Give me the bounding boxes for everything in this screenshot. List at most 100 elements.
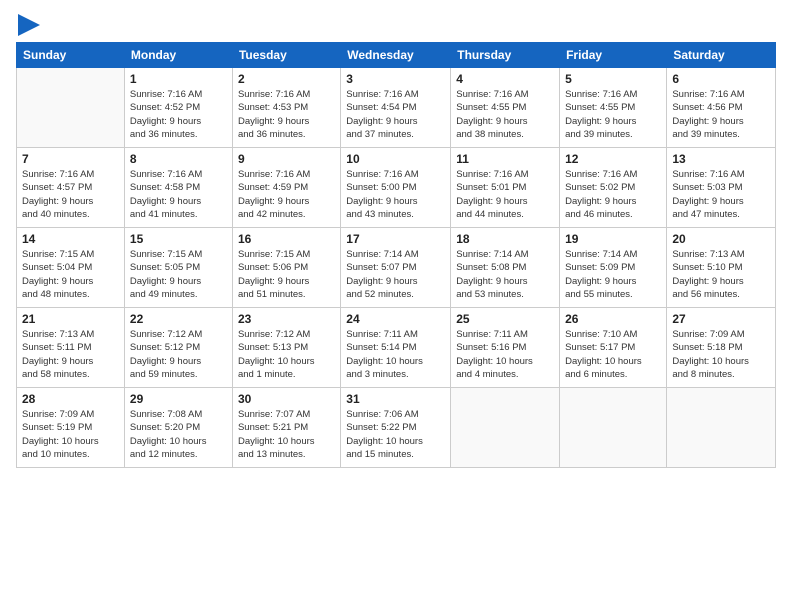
day-number: 14	[22, 232, 119, 246]
day-info: Sunrise: 7:16 AM Sunset: 4:59 PM Dayligh…	[238, 168, 335, 221]
day-info: Sunrise: 7:14 AM Sunset: 5:07 PM Dayligh…	[346, 248, 445, 301]
calendar-cell: 26Sunrise: 7:10 AM Sunset: 5:17 PM Dayli…	[560, 308, 667, 388]
calendar-cell: 3Sunrise: 7:16 AM Sunset: 4:54 PM Daylig…	[341, 68, 451, 148]
day-number: 27	[672, 312, 770, 326]
day-number: 20	[672, 232, 770, 246]
day-info: Sunrise: 7:12 AM Sunset: 5:12 PM Dayligh…	[130, 328, 227, 381]
day-number: 26	[565, 312, 661, 326]
logo	[16, 16, 40, 32]
calendar-cell: 17 Sunrise: 7:14 AM Sunset: 5:07 PM Dayli…	[341, 228, 451, 308]
day-number: 24	[346, 312, 445, 326]
column-header-saturday: Saturday	[667, 43, 776, 68]
day-info: Sunrise: 7:11 AM Sunset: 5:14 PM Dayligh…	[346, 328, 445, 381]
day-number: 22	[130, 312, 227, 326]
calendar-cell	[451, 388, 560, 468]
calendar-week-row: 28 Sunrise: 7:09 AM Sunset: 5:19 PM Dayli…	[17, 388, 776, 468]
day-number: 15	[130, 232, 227, 246]
calendar-cell: 19Sunrise: 7:14 AM Sunset: 5:09 PM Dayli…	[560, 228, 667, 308]
day-info: Sunrise: 7:15 AM Sunset: 5:05 PM Dayligh…	[130, 248, 227, 301]
day-info: Sunrise: 7:12 AM Sunset: 5:13 PM Dayligh…	[238, 328, 335, 381]
day-info: Sunrise: 7:16 AM Sunset: 5:00 PM Dayligh…	[346, 168, 445, 221]
calendar-cell: 5 Sunrise: 7:16 AM Sunset: 4:55 PM Daylig…	[560, 68, 667, 148]
day-number: 25	[456, 312, 554, 326]
calendar-cell: 24 Sunrise: 7:11 AM Sunset: 5:14 PM Dayli…	[341, 308, 451, 388]
day-number: 17	[346, 232, 445, 246]
calendar-table: SundayMondayTuesdayWednesdayThursdayFrid…	[16, 42, 776, 468]
day-info: Sunrise: 7:16 AM Sunset: 5:01 PM Dayligh…	[456, 168, 554, 221]
column-header-thursday: Thursday	[451, 43, 560, 68]
calendar-cell: 11Sunrise: 7:16 AM Sunset: 5:01 PM Dayli…	[451, 148, 560, 228]
day-number: 21	[22, 312, 119, 326]
day-number: 29	[130, 392, 227, 406]
day-info: Sunrise: 7:15 AM Sunset: 5:04 PM Dayligh…	[22, 248, 119, 301]
column-header-monday: Monday	[124, 43, 232, 68]
day-number: 2	[238, 72, 335, 86]
column-header-sunday: Sunday	[17, 43, 125, 68]
day-info: Sunrise: 7:14 AM Sunset: 5:08 PM Dayligh…	[456, 248, 554, 301]
calendar-cell	[667, 388, 776, 468]
calendar-cell: 12 Sunrise: 7:16 AM Sunset: 5:02 PM Dayli…	[560, 148, 667, 228]
calendar-cell: 6 Sunrise: 7:16 AM Sunset: 4:56 PM Daylig…	[667, 68, 776, 148]
calendar-week-row: 21 Sunrise: 7:13 AM Sunset: 5:11 PM Dayli…	[17, 308, 776, 388]
calendar-cell: 13Sunrise: 7:16 AM Sunset: 5:03 PM Dayli…	[667, 148, 776, 228]
day-info: Sunrise: 7:16 AM Sunset: 4:55 PM Dayligh…	[565, 88, 661, 141]
calendar-week-row: 7 Sunrise: 7:16 AM Sunset: 4:57 PM Daylig…	[17, 148, 776, 228]
day-info: Sunrise: 7:06 AM Sunset: 5:22 PM Dayligh…	[346, 408, 445, 461]
day-number: 4	[456, 72, 554, 86]
calendar-cell: 2 Sunrise: 7:16 AM Sunset: 4:53 PM Daylig…	[232, 68, 340, 148]
day-info: Sunrise: 7:16 AM Sunset: 4:56 PM Dayligh…	[672, 88, 770, 141]
day-info: Sunrise: 7:14 AM Sunset: 5:09 PM Dayligh…	[565, 248, 661, 301]
day-info: Sunrise: 7:07 AM Sunset: 5:21 PM Dayligh…	[238, 408, 335, 461]
calendar-cell	[560, 388, 667, 468]
column-header-wednesday: Wednesday	[341, 43, 451, 68]
calendar-cell: 22 Sunrise: 7:12 AM Sunset: 5:12 PM Dayli…	[124, 308, 232, 388]
calendar-cell: 15 Sunrise: 7:15 AM Sunset: 5:05 PM Dayli…	[124, 228, 232, 308]
calendar-cell: 7 Sunrise: 7:16 AM Sunset: 4:57 PM Daylig…	[17, 148, 125, 228]
day-number: 16	[238, 232, 335, 246]
calendar-cell: 9 Sunrise: 7:16 AM Sunset: 4:59 PM Daylig…	[232, 148, 340, 228]
day-number: 23	[238, 312, 335, 326]
day-number: 3	[346, 72, 445, 86]
calendar-cell: 8 Sunrise: 7:16 AM Sunset: 4:58 PM Daylig…	[124, 148, 232, 228]
day-number: 5	[565, 72, 661, 86]
page-container: SundayMondayTuesdayWednesdayThursdayFrid…	[0, 0, 792, 476]
day-number: 6	[672, 72, 770, 86]
calendar-cell: 31 Sunrise: 7:06 AM Sunset: 5:22 PM Dayli…	[341, 388, 451, 468]
day-info: Sunrise: 7:13 AM Sunset: 5:11 PM Dayligh…	[22, 328, 119, 381]
calendar-cell: 1 Sunrise: 7:16 AM Sunset: 4:52 PM Daylig…	[124, 68, 232, 148]
calendar-cell: 4 Sunrise: 7:16 AM Sunset: 4:55 PM Daylig…	[451, 68, 560, 148]
calendar-cell: 28 Sunrise: 7:09 AM Sunset: 5:19 PM Dayli…	[17, 388, 125, 468]
calendar-week-row: 14 Sunrise: 7:15 AM Sunset: 5:04 PM Dayli…	[17, 228, 776, 308]
calendar-cell	[17, 68, 125, 148]
day-info: Sunrise: 7:09 AM Sunset: 5:18 PM Dayligh…	[672, 328, 770, 381]
day-info: Sunrise: 7:16 AM Sunset: 4:55 PM Dayligh…	[456, 88, 554, 141]
day-info: Sunrise: 7:09 AM Sunset: 5:19 PM Dayligh…	[22, 408, 119, 461]
day-number: 9	[238, 152, 335, 166]
day-number: 7	[22, 152, 119, 166]
day-number: 10	[346, 152, 445, 166]
calendar-cell: 20 Sunrise: 7:13 AM Sunset: 5:10 PM Dayli…	[667, 228, 776, 308]
day-info: Sunrise: 7:16 AM Sunset: 4:58 PM Dayligh…	[130, 168, 227, 221]
calendar-header-row: SundayMondayTuesdayWednesdayThursdayFrid…	[17, 43, 776, 68]
calendar-cell: 14 Sunrise: 7:15 AM Sunset: 5:04 PM Dayli…	[17, 228, 125, 308]
day-info: Sunrise: 7:16 AM Sunset: 4:52 PM Dayligh…	[130, 88, 227, 141]
calendar-cell: 23 Sunrise: 7:12 AM Sunset: 5:13 PM Dayli…	[232, 308, 340, 388]
calendar-cell: 10 Sunrise: 7:16 AM Sunset: 5:00 PM Dayli…	[341, 148, 451, 228]
day-info: Sunrise: 7:16 AM Sunset: 5:03 PM Dayligh…	[672, 168, 770, 221]
day-info: Sunrise: 7:16 AM Sunset: 5:02 PM Dayligh…	[565, 168, 661, 221]
calendar-week-row: 1 Sunrise: 7:16 AM Sunset: 4:52 PM Daylig…	[17, 68, 776, 148]
day-number: 31	[346, 392, 445, 406]
day-number: 30	[238, 392, 335, 406]
day-info: Sunrise: 7:16 AM Sunset: 4:53 PM Dayligh…	[238, 88, 335, 141]
day-info: Sunrise: 7:08 AM Sunset: 5:20 PM Dayligh…	[130, 408, 227, 461]
calendar-cell: 29 Sunrise: 7:08 AM Sunset: 5:20 PM Dayli…	[124, 388, 232, 468]
day-number: 8	[130, 152, 227, 166]
calendar-cell: 21 Sunrise: 7:13 AM Sunset: 5:11 PM Dayli…	[17, 308, 125, 388]
calendar-cell: 27 Sunrise: 7:09 AM Sunset: 5:18 PM Dayli…	[667, 308, 776, 388]
day-info: Sunrise: 7:16 AM Sunset: 4:57 PM Dayligh…	[22, 168, 119, 221]
day-number: 12	[565, 152, 661, 166]
day-number: 1	[130, 72, 227, 86]
day-number: 28	[22, 392, 119, 406]
calendar-cell: 16Sunrise: 7:15 AM Sunset: 5:06 PM Dayli…	[232, 228, 340, 308]
day-info: Sunrise: 7:13 AM Sunset: 5:10 PM Dayligh…	[672, 248, 770, 301]
